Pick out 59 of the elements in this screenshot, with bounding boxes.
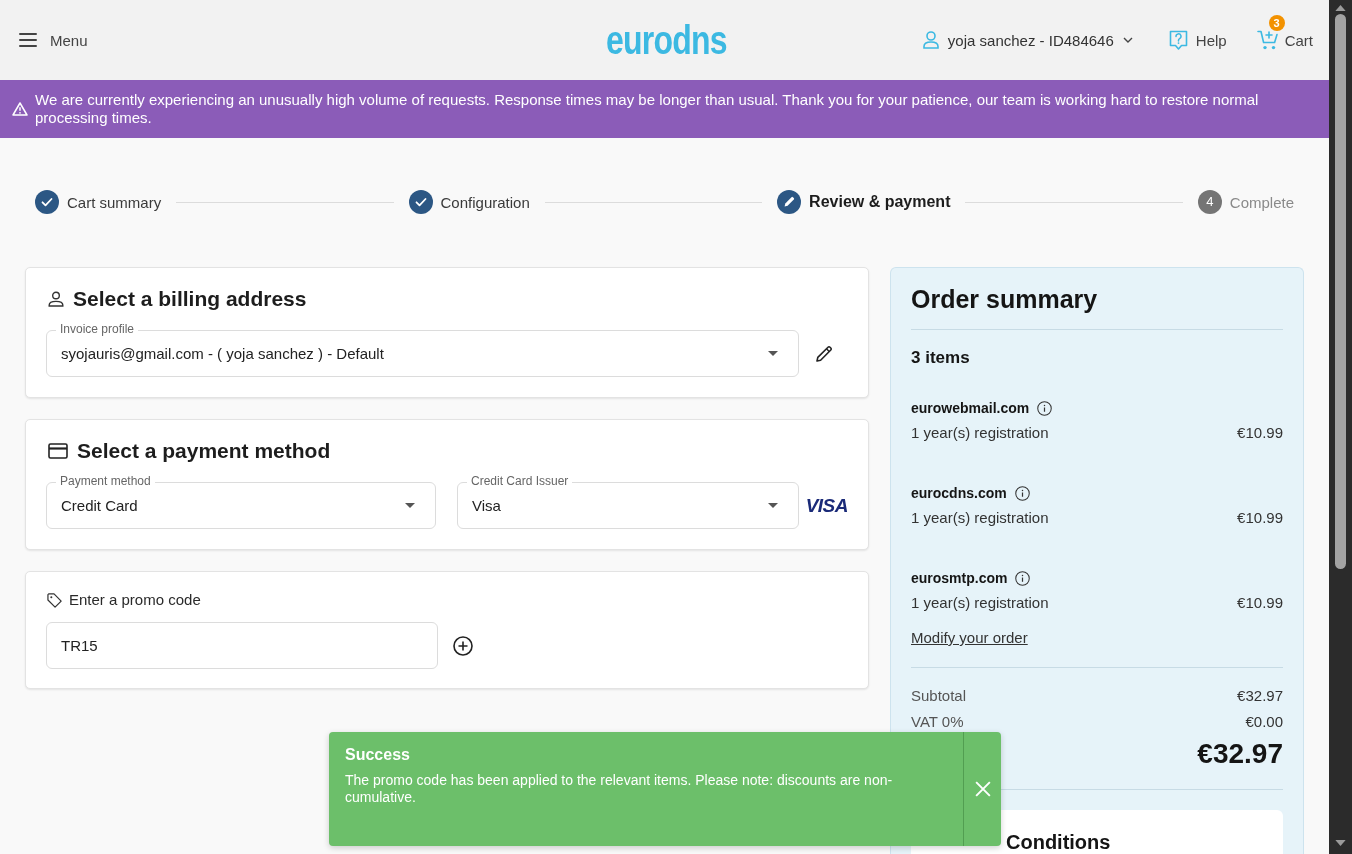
close-icon [974, 781, 991, 797]
promo-code-input[interactable]: TR15 [46, 622, 438, 669]
down-triangle-icon [1335, 840, 1346, 846]
field-label: Credit Card Issuer [467, 474, 573, 488]
account-menu[interactable]: yoja sanchez - ID484646 [922, 31, 1133, 49]
notice-text: We are currently experiencing an unusually high volume of requests. Response times may be longer than usual. Thank you for your patience, our team is working hard to restore normal processing times. [35, 91, 1260, 127]
cart-icon [1256, 30, 1279, 50]
step-label: Cart summary [67, 193, 162, 211]
total-amount: €32.97 [1197, 737, 1283, 771]
caret-down-icon [405, 503, 415, 508]
item-description: 1 year(s) registration [911, 508, 1049, 526]
step-number: 4 [1197, 190, 1222, 214]
help-link[interactable]: Help [1168, 29, 1227, 51]
pencil-icon [815, 344, 833, 363]
scrollbar-thumb[interactable] [1335, 14, 1346, 569]
info-icon [1037, 400, 1053, 416]
credit-card-icon [48, 443, 68, 459]
menu-icon [19, 33, 37, 47]
cart-count: 3 [1268, 15, 1285, 31]
total-label: Subtotal [911, 686, 967, 704]
domain-name: eurowebmail.com [911, 399, 1030, 418]
info-icon [1015, 570, 1031, 586]
person-icon [48, 291, 64, 307]
toast-title: Success [345, 745, 410, 765]
amount: €0.00 [1245, 712, 1283, 730]
item-description: 1 year(s) registration [911, 593, 1049, 611]
up-triangle-icon [1335, 5, 1346, 11]
item-price: €10.99 [1237, 423, 1283, 441]
warning-icon [12, 102, 28, 116]
info-icon [1014, 485, 1030, 501]
item-count: 3 items [911, 347, 970, 369]
terms-title: Conditions [1006, 831, 1111, 853]
domain-name: eurosmtp.com [911, 569, 1008, 588]
total-label: VAT 0% [911, 712, 964, 730]
section-title: Select a payment method [77, 438, 331, 464]
step-label: Configuration [440, 193, 530, 211]
tag-icon [47, 592, 62, 608]
field-label: Invoice profile [56, 322, 139, 336]
user-icon [922, 31, 939, 49]
promo-label: Enter a promo code [69, 590, 201, 610]
amount: €32.97 [1237, 686, 1283, 704]
field-label: Payment method [56, 474, 155, 488]
item-description: 1 year(s) registration [911, 423, 1049, 441]
modify-order-link[interactable]: Modify your order [911, 626, 1028, 650]
step-label: Review & payment [809, 193, 951, 211]
toast-message: The promo code has been applied to the relevant items. Please note: discounts are non-cumulative. [345, 772, 894, 806]
step-label: Complete [1229, 193, 1294, 211]
section-title: Select a billing address [73, 286, 307, 312]
menu-button[interactable]: Menu [19, 31, 88, 49]
item-price: €10.99 [1237, 593, 1283, 611]
caret-down-icon [768, 351, 778, 356]
panel-title: Order summary [911, 284, 1098, 314]
domain-name: eurocdns.com [911, 484, 1007, 503]
plus-circle-icon [453, 635, 473, 656]
caret-down-icon [767, 503, 778, 508]
help-icon [1168, 29, 1188, 51]
card-brand-logo: VISA [805, 494, 848, 517]
item-price: €10.99 [1237, 508, 1283, 526]
chevron-down-icon [1122, 37, 1133, 43]
